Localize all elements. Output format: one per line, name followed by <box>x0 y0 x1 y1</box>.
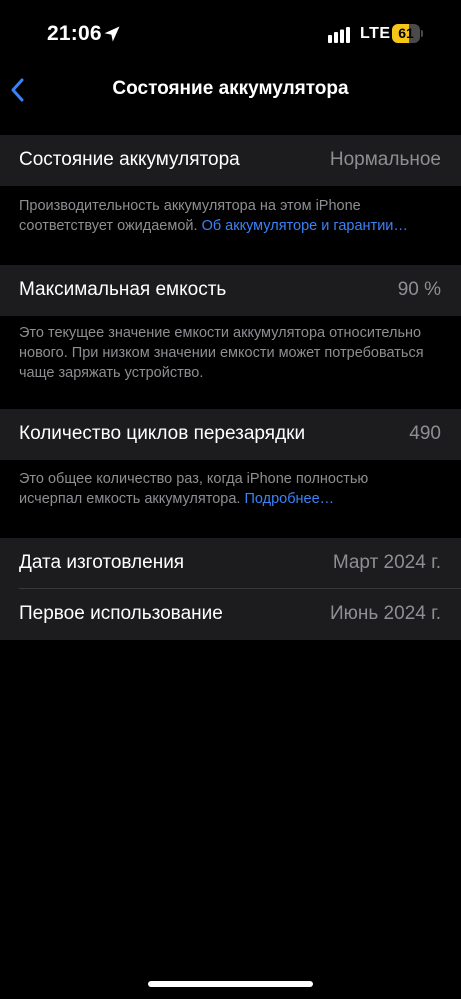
battery-health-row: Состояние аккумулятора Нормальное <box>0 135 461 186</box>
first-use-label: Первое использование <box>19 603 223 624</box>
battery-warranty-link[interactable]: Об аккумуляторе и гарантии… <box>202 218 408 234</box>
manufacture-date-label: Дата изготовления <box>19 552 185 573</box>
battery-health-label: Состояние аккумулятора <box>19 149 240 170</box>
cycle-count-row: Количество циклов перезарядки 490 <box>0 409 461 460</box>
battery-level: 61 <box>398 25 414 41</box>
cycle-count-group: Количество циклов перезарядки 490 <box>0 409 461 460</box>
manufacture-date-value: Март 2024 г. <box>332 552 441 573</box>
signal-bars-icon <box>328 27 350 43</box>
battery-icon: 61 <box>392 24 424 43</box>
battery-health-group: Состояние аккумулятора Нормальное <box>0 135 461 186</box>
battery-health-value: Нормальное <box>329 149 441 170</box>
location-arrow-icon <box>104 26 120 42</box>
cycle-count-footnote: Это общее количество раз, когда iPhone п… <box>19 469 434 509</box>
page-title: Состояние аккумулятора <box>112 78 349 99</box>
learn-more-link[interactable]: Подробнее… <box>244 491 334 507</box>
max-capacity-row: Максимальная емкость 90 % <box>0 265 461 316</box>
network-type: LTE <box>360 25 391 42</box>
max-capacity-group: Максимальная емкость 90 % <box>0 265 461 316</box>
status-bar: 21:06 LTE 61 <box>0 0 461 70</box>
max-capacity-value: 90 % <box>397 279 441 300</box>
status-time: 21:06 <box>47 22 102 45</box>
battery-health-footnote: Производительность аккумулятора на этом … <box>19 196 434 236</box>
dates-group: Дата изготовления Март 2024 г. Первое ис… <box>0 538 461 640</box>
first-use-value: Июнь 2024 г. <box>329 603 441 624</box>
home-indicator[interactable] <box>148 981 313 987</box>
max-capacity-footnote: Это текущее значение емкости аккумулятор… <box>19 325 424 381</box>
manufacture-date-row: Дата изготовления Март 2024 г. <box>0 538 461 589</box>
navigation-bar: Состояние аккумулятора <box>0 66 461 112</box>
max-capacity-label: Максимальная емкость <box>19 279 227 300</box>
first-use-row: Первое использование Июнь 2024 г. <box>0 589 461 640</box>
cycle-count-value: 490 <box>409 423 441 444</box>
cycle-count-label: Количество циклов перезарядки <box>19 423 306 444</box>
